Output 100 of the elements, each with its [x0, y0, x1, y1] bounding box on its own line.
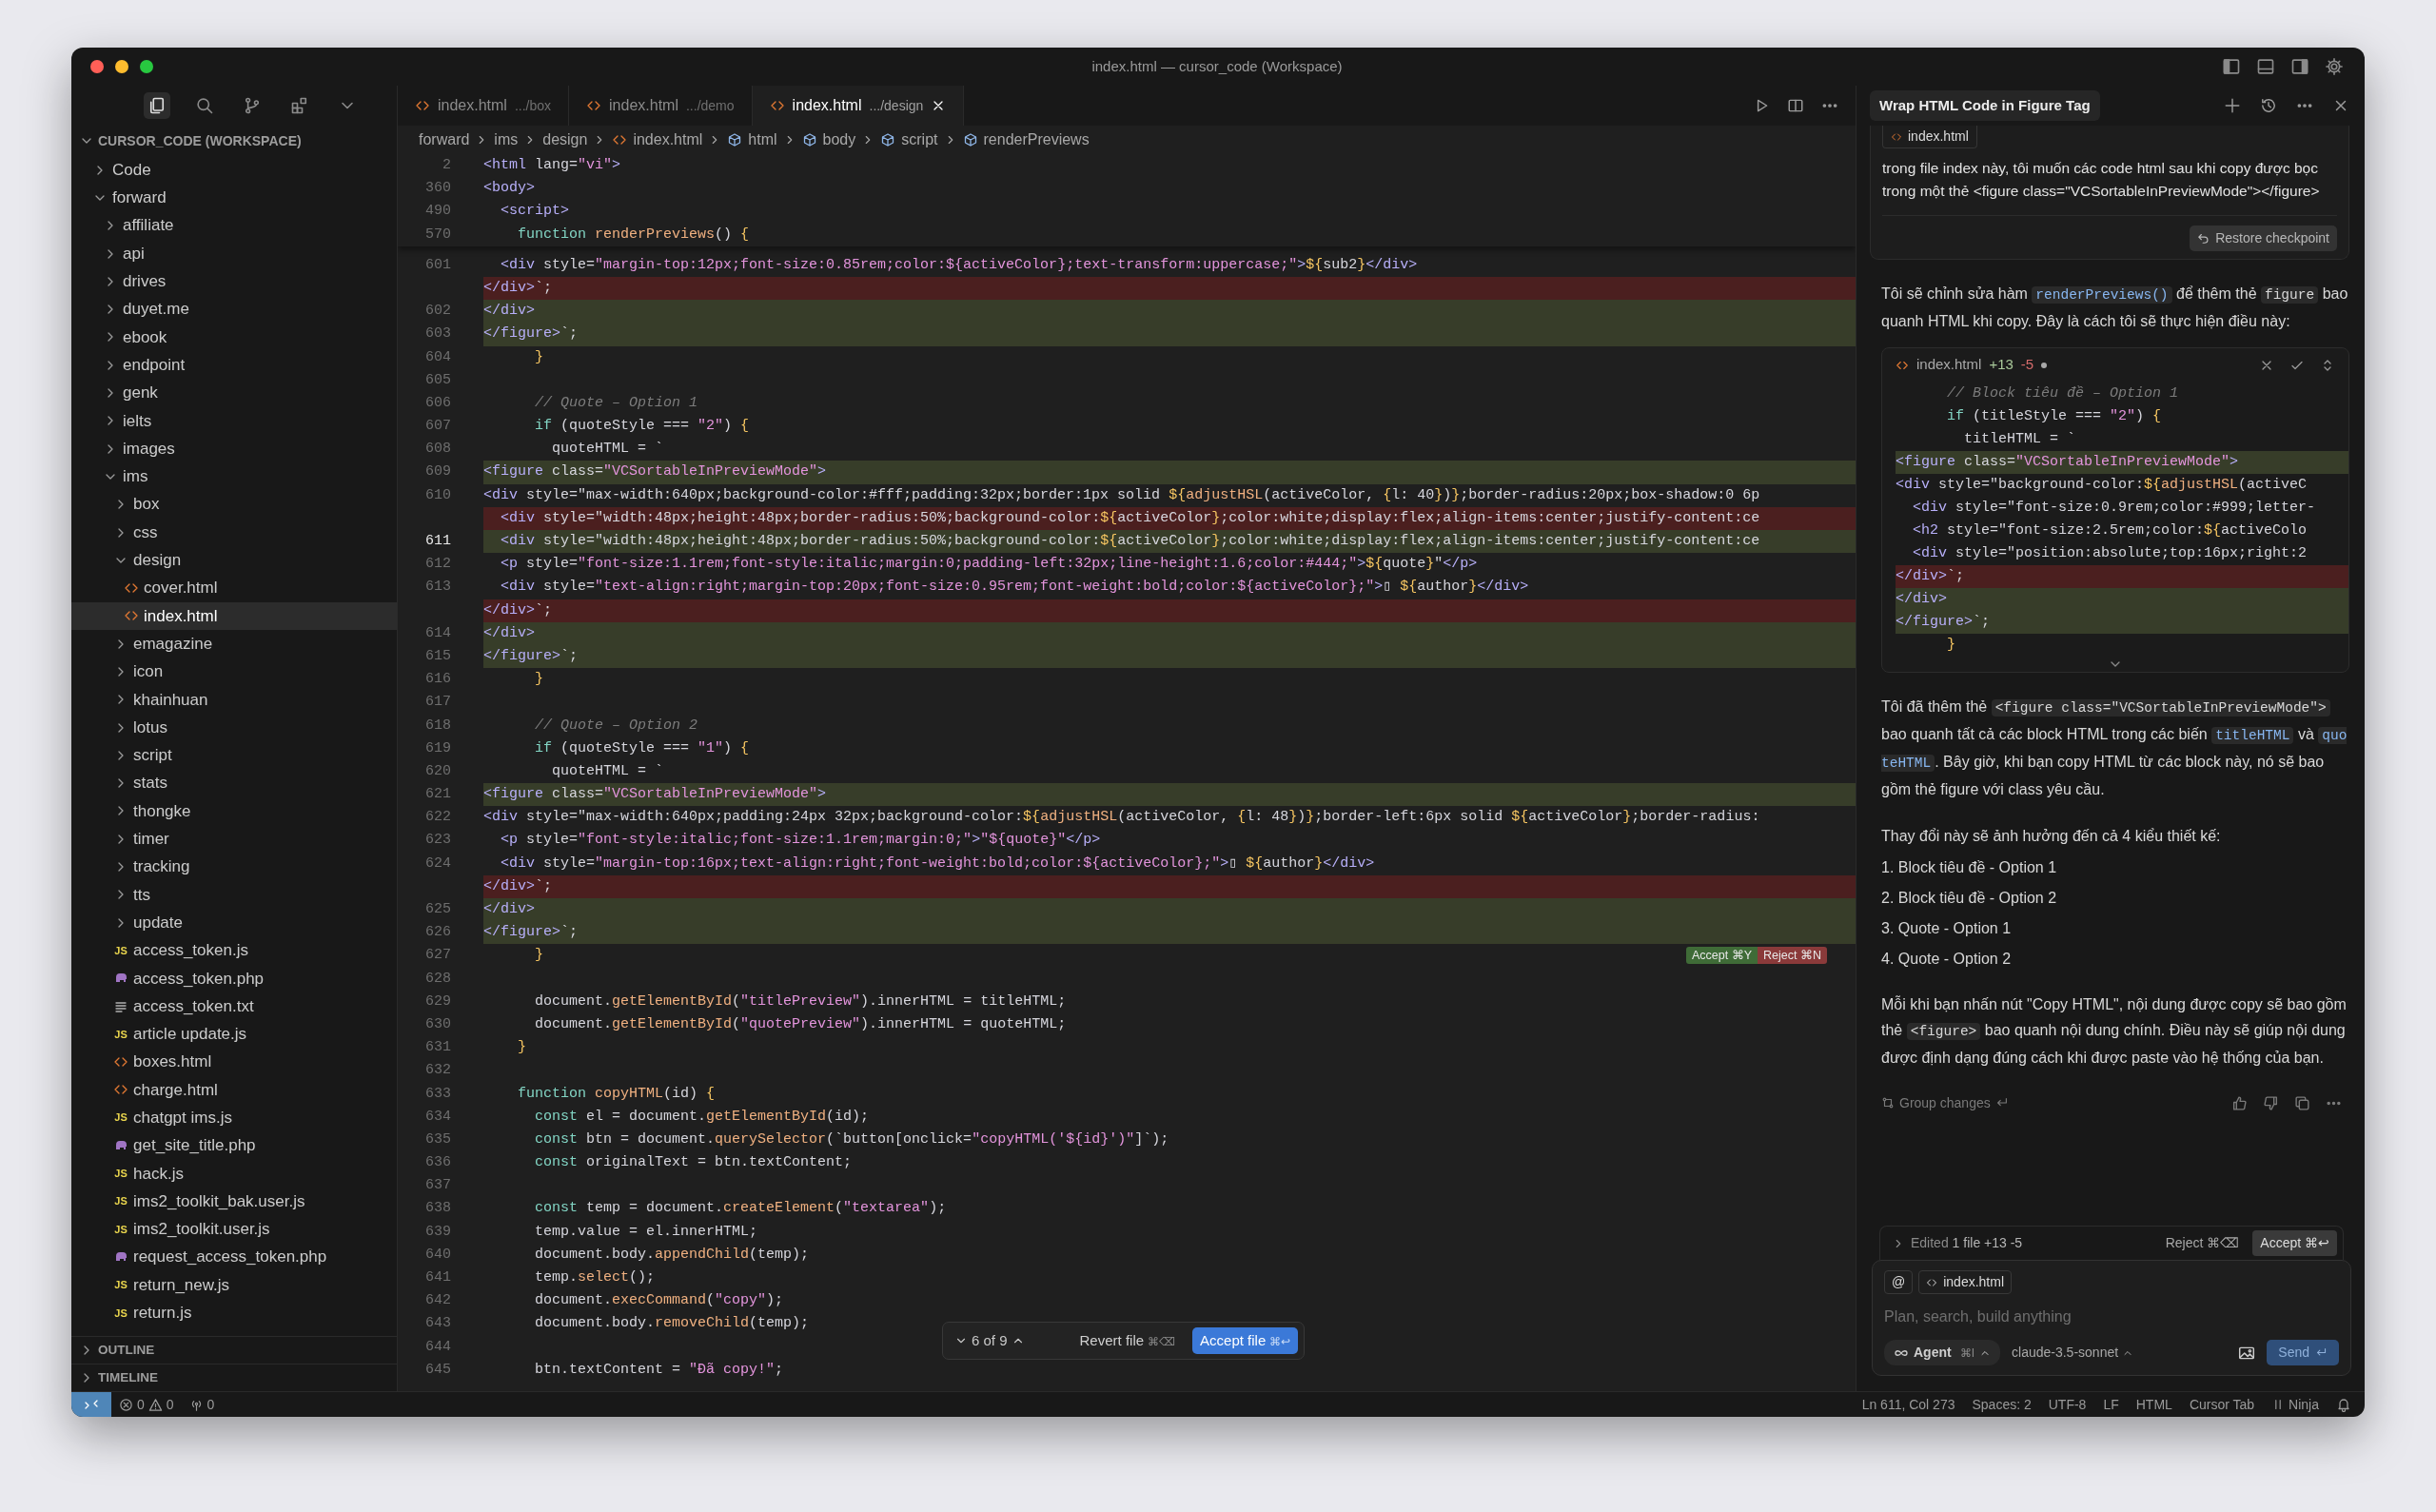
tree-item[interactable]: thongke: [71, 796, 397, 826]
tree-item[interactable]: get_site_title.php: [71, 1131, 397, 1160]
tree-item[interactable]: icon: [71, 658, 397, 686]
chat-tab[interactable]: Wrap HTML Code in Figure Tag: [1870, 89, 2100, 122]
toggle-secondary-sidebar-icon[interactable]: [2290, 57, 2309, 76]
tree-item[interactable]: ebook: [71, 323, 397, 352]
tree-item[interactable]: design: [71, 546, 397, 575]
breadcrumb-item[interactable]: html: [727, 128, 777, 151]
breadcrumb-item[interactable]: forward: [419, 128, 470, 151]
tree-item[interactable]: stats: [71, 769, 397, 797]
tree-item[interactable]: images: [71, 434, 397, 463]
status-item[interactable]: LF: [2103, 1394, 2119, 1415]
window-zoom-button[interactable]: [140, 60, 153, 73]
tree-item[interactable]: JS article update.js: [71, 1020, 397, 1049]
notifications-icon[interactable]: [2336, 1397, 2351, 1412]
tree-item[interactable]: tts: [71, 880, 397, 909]
tree-item[interactable]: tracking: [71, 853, 397, 881]
tree-item[interactable]: update: [71, 909, 397, 937]
settings-icon[interactable]: [2325, 57, 2344, 76]
tree-item[interactable]: drives: [71, 267, 397, 296]
thumbs-down-icon[interactable]: [2263, 1094, 2279, 1111]
status-item[interactable]: UTF-8: [2048, 1394, 2087, 1415]
accept-change-button[interactable]: Accept ⌘Y: [1686, 947, 1758, 965]
breadcrumb-item[interactable]: design: [542, 128, 588, 151]
group-changes-button[interactable]: Group changes: [1881, 1092, 2009, 1113]
tree-item[interactable]: ielts: [71, 406, 397, 435]
tree-item[interactable]: forward: [71, 184, 397, 212]
status-item[interactable]: Ln 611, Col 273: [1861, 1394, 1955, 1415]
status-item[interactable]: Ninja: [2271, 1394, 2319, 1415]
status-item[interactable]: Cursor Tab: [2189, 1394, 2255, 1415]
breadcrumb-item[interactable]: ims: [494, 128, 519, 151]
editor-tab[interactable]: index.html .../design: [752, 86, 965, 126]
reject-all-button[interactable]: Reject ⌘⌫: [2157, 1230, 2248, 1256]
tree-item[interactable]: charge.html: [71, 1075, 397, 1105]
explorer-icon[interactable]: [144, 92, 170, 119]
agent-mode-button[interactable]: Agent ⌘I: [1884, 1340, 2000, 1365]
tree-item[interactable]: JS return.js: [71, 1299, 397, 1327]
tree-item[interactable]: JS chatgpt ims.js: [71, 1104, 397, 1132]
restore-checkpoint-button[interactable]: Restore checkpoint: [2190, 225, 2337, 251]
breadcrumb-item[interactable]: body: [801, 128, 856, 151]
tree-item[interactable]: css: [71, 518, 397, 547]
window-close-button[interactable]: [90, 60, 104, 73]
problems-button[interactable]: 0 0: [111, 1394, 182, 1415]
breadcrumb-item[interactable]: index.html: [612, 128, 703, 151]
mention-button[interactable]: @: [1884, 1270, 1914, 1294]
ports-button[interactable]: 0: [181, 1394, 223, 1415]
file-chip[interactable]: index.html: [1882, 126, 1977, 148]
window-minimize-button[interactable]: [115, 60, 128, 73]
tree-item[interactable]: emagazine: [71, 630, 397, 658]
file-chip[interactable]: index.html: [1918, 1270, 2013, 1294]
code-line: </div>`;: [483, 601, 553, 619]
split-editor-icon[interactable]: [1787, 97, 1804, 114]
tree-item[interactable]: request_access_token.php: [71, 1243, 397, 1271]
tree-item[interactable]: box: [71, 490, 397, 519]
tree-item[interactable]: lotus: [71, 713, 397, 742]
tree-item[interactable]: cover.html: [71, 574, 397, 602]
tree-item[interactable]: boxes.html: [71, 1048, 397, 1076]
tree-item[interactable]: access_token.php: [71, 964, 397, 992]
tree-item[interactable]: script: [71, 741, 397, 770]
tree-item[interactable]: JS hack.js: [71, 1159, 397, 1188]
copy-icon[interactable]: [2294, 1094, 2310, 1111]
tree-item[interactable]: JS ims2_toolkit.user.js: [71, 1215, 397, 1244]
model-picker[interactable]: claude-3.5-sonnet: [2012, 1343, 2134, 1363]
accept-file-button[interactable]: Accept file ⌘↩: [1192, 1326, 1299, 1354]
thumbs-up-icon[interactable]: [2231, 1094, 2248, 1111]
tree-item[interactable]: khainhuan: [71, 685, 397, 714]
tree-item[interactable]: api: [71, 239, 397, 268]
accept-all-button[interactable]: Accept ⌘↩: [2252, 1230, 2337, 1256]
breadcrumb-item[interactable]: renderPreviews: [962, 128, 1090, 151]
tree-item[interactable]: duyet.me: [71, 295, 397, 324]
reject-change-button[interactable]: Reject ⌘N: [1758, 947, 1827, 965]
send-button[interactable]: Send: [2267, 1340, 2339, 1365]
status-item[interactable]: Spaces: 2: [1972, 1394, 2032, 1415]
file-name[interactable]: index.html: [1916, 354, 1982, 376]
tree-item[interactable]: JS access_token.js: [71, 936, 397, 965]
history-icon[interactable]: [2260, 97, 2277, 114]
toggle-panel-icon[interactable]: [2256, 57, 2275, 76]
remote-button[interactable]: [71, 1391, 111, 1417]
tree-item[interactable]: JS ims2_toolkit_bak.user.js: [71, 1188, 397, 1216]
status-item[interactable]: HTML: [2135, 1394, 2172, 1415]
code-line: // Quote – Option 1: [534, 394, 698, 411]
chat-input[interactable]: Plan, search, build anything: [1884, 1306, 2339, 1328]
code-line: temp.select();: [534, 1269, 656, 1286]
tree-item[interactable]: JS return_new.js: [71, 1270, 397, 1300]
toggle-sidebar-icon[interactable]: [2222, 57, 2241, 76]
section-title[interactable]: OUTLINE: [98, 1340, 155, 1361]
code-line: // Block tiêu đề – Option 1: [1946, 384, 2179, 402]
tree-item[interactable]: Code: [71, 156, 397, 185]
tree-item[interactable]: index.html: [71, 601, 397, 631]
revert-file-button[interactable]: Revert file ⌘⌫: [1071, 1326, 1184, 1354]
tree-item[interactable]: timer: [71, 825, 397, 854]
tree-item[interactable]: access_token.txt: [71, 992, 397, 1021]
added-count: +13: [1989, 355, 2014, 375]
tree-item[interactable]: affiliate: [71, 211, 397, 240]
tree-item[interactable]: genk: [71, 379, 397, 407]
tree-item[interactable]: endpoint: [71, 351, 397, 380]
new-chat-icon[interactable]: [2224, 97, 2241, 114]
breadcrumb-item[interactable]: script: [880, 128, 938, 151]
section-title[interactable]: TIMELINE: [98, 1367, 158, 1388]
tree-item[interactable]: ims: [71, 462, 397, 491]
